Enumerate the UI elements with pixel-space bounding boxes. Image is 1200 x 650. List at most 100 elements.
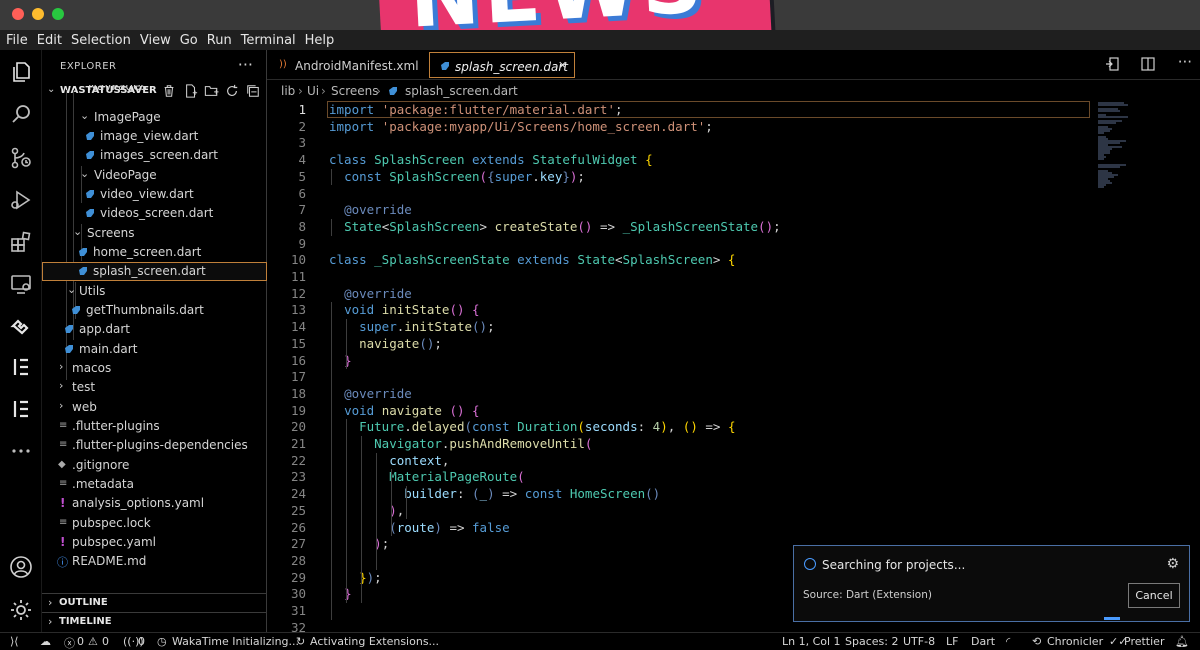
menu-run[interactable]: Run xyxy=(207,33,232,48)
code-line[interactable]: ), xyxy=(329,503,404,518)
code-line[interactable]: class _SplashScreenState extends State<S… xyxy=(329,252,735,267)
remote-indicator-icon[interactable]: ⟩⟨ xyxy=(10,635,19,648)
tree-file-images-screen[interactable]: images_screen.dart xyxy=(42,146,267,165)
breadcrumb-screens[interactable]: Screens xyxy=(331,84,379,98)
close-window-button[interactable] xyxy=(12,8,24,20)
code-line[interactable]: @override xyxy=(329,202,412,217)
error-icon[interactable]: ⓧ xyxy=(64,635,75,650)
tree-file-pubspec-lock[interactable]: ≡ pubspec.lock xyxy=(42,514,267,533)
code-line[interactable]: @override xyxy=(329,286,412,301)
file-encoding[interactable]: UTF-8 xyxy=(903,635,935,648)
open-changes-icon[interactable] xyxy=(1104,56,1120,72)
more-icon[interactable] xyxy=(9,439,33,463)
tree-file-image-view[interactable]: image_view.dart xyxy=(42,127,267,146)
code-line[interactable]: void navigate () { xyxy=(329,403,480,418)
code-line[interactable]: context, xyxy=(329,453,449,468)
remote-explorer-icon[interactable] xyxy=(9,272,33,296)
explorer-more-button[interactable]: ··· xyxy=(238,55,253,74)
code-line[interactable]: class SplashScreen extends StatefulWidge… xyxy=(329,152,653,167)
explorer-icon[interactable] xyxy=(9,60,33,84)
chronicler-status[interactable]: Chronicler xyxy=(1047,635,1103,648)
notification-settings-gear-icon[interactable]: ⚙ xyxy=(1166,556,1179,572)
tree-folder-screens[interactable]: ⌄ Screens xyxy=(42,224,267,243)
tree-file-video-view[interactable]: video_view.dart xyxy=(42,185,267,204)
tab-splash-screen[interactable]: splash_screen.dart ✕ xyxy=(429,52,575,78)
menu-edit[interactable]: Edit xyxy=(37,33,62,48)
tree-file-videos-screen[interactable]: videos_screen.dart xyxy=(42,204,267,223)
line-ending[interactable]: LF xyxy=(946,635,958,648)
close-tab-icon[interactable]: ✕ xyxy=(558,59,567,72)
code-line[interactable]: super.initState(); xyxy=(329,319,495,334)
cursor-position[interactable]: Ln 1, Col 1 xyxy=(782,635,841,648)
outline-section[interactable]: › OUTLINE xyxy=(42,593,267,612)
menu-help[interactable]: Help xyxy=(305,33,335,48)
tree-file-flutter-plugins[interactable]: ≡ .flutter-plugins xyxy=(42,417,267,436)
menu-file[interactable]: File xyxy=(6,33,28,48)
code-line[interactable]: Navigator.pushAndRemoveUntil( xyxy=(329,436,592,451)
code-line[interactable]: import 'package:flutter/material.dart'; xyxy=(329,102,623,117)
tree-folder-utils[interactable]: ⌄ Utils xyxy=(42,282,267,301)
minimap[interactable] xyxy=(1090,101,1200,201)
code-line[interactable]: const SplashScreen({super.key}); xyxy=(329,169,585,184)
live-share-icon[interactable] xyxy=(9,314,33,338)
account-icon[interactable] xyxy=(9,555,33,579)
notifications-bell-icon[interactable]: 🔔︎ xyxy=(1175,635,1189,648)
code-line[interactable]: } xyxy=(329,586,352,601)
tree-file-readme[interactable]: ⓘ README.md xyxy=(42,552,267,571)
indentation-setting[interactable]: Spaces: 2 xyxy=(845,635,898,648)
tree-file-pubspec-yaml[interactable]: ! pubspec.yaml xyxy=(42,533,267,552)
cancel-button[interactable]: Cancel xyxy=(1128,583,1180,608)
code-line[interactable]: builder: (_) => const HomeScreen() xyxy=(329,486,660,501)
menu-view[interactable]: View xyxy=(140,33,171,48)
breadcrumb-lib[interactable]: lib xyxy=(281,84,295,98)
activating-status[interactable]: Activating Extensions... xyxy=(310,635,439,648)
tree-folder-web[interactable]: › web xyxy=(42,398,267,417)
tree-file-splash-screen[interactable]: splash_screen.dart xyxy=(42,262,267,281)
extensions-icon[interactable] xyxy=(9,230,33,254)
menu-terminal[interactable]: Terminal xyxy=(241,33,296,48)
tree-file-home-screen[interactable]: home_screen.dart xyxy=(42,243,267,262)
tree-file-main[interactable]: main.dart xyxy=(42,340,267,359)
tree-folder-navpages[interactable]: NavPages xyxy=(42,85,267,97)
minimize-window-button[interactable] xyxy=(32,8,44,20)
code-line[interactable]: MaterialPageRoute( xyxy=(329,469,524,484)
prettier-status[interactable]: Prettier xyxy=(1124,635,1164,648)
tree-file-getthumbnails[interactable]: getThumbnails.dart xyxy=(42,301,267,320)
warning-icon[interactable]: ⚠ xyxy=(88,635,98,648)
tab-android-manifest[interactable]: )) AndroidManifest.xml xyxy=(267,52,427,78)
tree-file-analysis-options[interactable]: ! analysis_options.yaml xyxy=(42,494,267,513)
error-count[interactable]: 0 xyxy=(77,635,84,648)
tree-file-metadata[interactable]: ≡ .metadata xyxy=(42,475,267,494)
run-debug-icon[interactable] xyxy=(9,188,33,212)
source-control-icon[interactable] xyxy=(9,146,33,170)
timeline-section[interactable]: › TIMELINE xyxy=(42,612,267,631)
language-mode[interactable]: Dart xyxy=(971,635,995,648)
code-line[interactable]: (route) => false xyxy=(329,520,509,535)
tree-file-gitignore[interactable]: ◆ .gitignore xyxy=(42,456,267,475)
breadcrumb-ui[interactable]: Ui xyxy=(307,84,319,98)
warning-count[interactable]: 0 xyxy=(102,635,109,648)
elementor-icon-2[interactable] xyxy=(9,397,33,421)
wakatime-status[interactable]: WakaTime Initializing... xyxy=(172,635,299,648)
tree-folder-videopage[interactable]: ⌄ VideoPage xyxy=(42,166,267,185)
code-line[interactable]: @override xyxy=(329,386,412,401)
tree-folder-test[interactable]: › test xyxy=(42,378,267,397)
cloud-sync-icon[interactable]: ☁ xyxy=(40,635,51,648)
tree-file-flutter-plugins-dependencies[interactable]: ≡ .flutter-plugins-dependencies xyxy=(42,436,267,455)
settings-gear-icon[interactable] xyxy=(9,598,33,622)
elementor-icon[interactable] xyxy=(9,355,33,379)
ports-count[interactable]: 0 xyxy=(138,635,145,648)
tree-folder-imagepage[interactable]: ⌄ ImagePage xyxy=(42,108,267,127)
code-line[interactable]: Future.delayed(const Duration(seconds: 4… xyxy=(329,419,735,434)
code-line[interactable]: }); xyxy=(329,570,382,585)
more-actions-icon[interactable]: ··· xyxy=(1178,53,1192,71)
search-icon[interactable] xyxy=(9,102,33,126)
code-line[interactable]: State<SplashScreen> createState() => _Sp… xyxy=(329,219,781,234)
code-line[interactable]: } xyxy=(329,353,352,368)
tree-folder-macos[interactable]: › macos xyxy=(42,359,267,378)
menu-go[interactable]: Go xyxy=(180,33,198,48)
code-line[interactable]: ); xyxy=(329,536,389,551)
code-line[interactable]: void initState() { xyxy=(329,302,480,317)
split-editor-icon[interactable] xyxy=(1140,56,1156,72)
menu-selection[interactable]: Selection xyxy=(71,33,131,48)
